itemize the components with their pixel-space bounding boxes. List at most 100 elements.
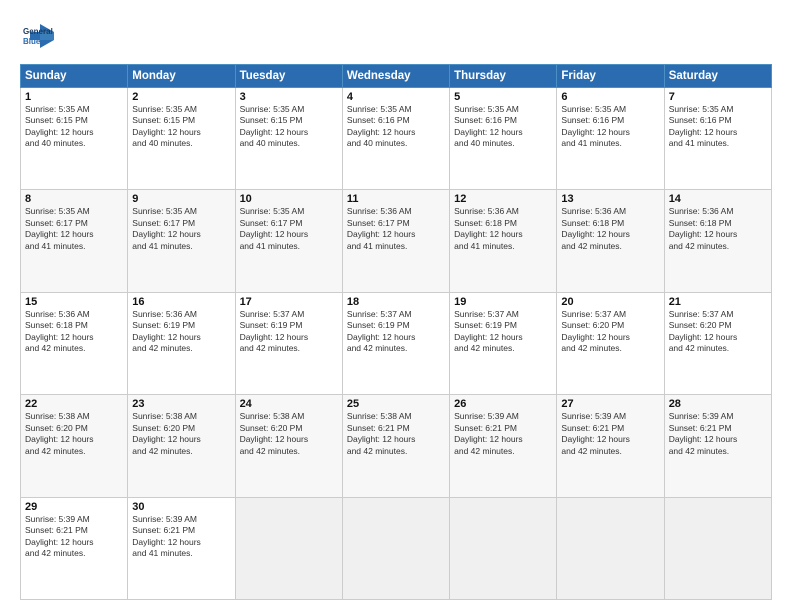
calendar-cell: 3Sunrise: 5:35 AM Sunset: 6:15 PM Daylig… <box>235 88 342 190</box>
day-number: 23 <box>132 398 230 410</box>
day-info: Sunrise: 5:36 AM Sunset: 6:18 PM Dayligh… <box>25 309 123 355</box>
day-info: Sunrise: 5:36 AM Sunset: 6:18 PM Dayligh… <box>561 206 659 252</box>
calendar-cell: 25Sunrise: 5:38 AM Sunset: 6:21 PM Dayli… <box>342 395 449 497</box>
weekday-header-tuesday: Tuesday <box>235 65 342 88</box>
calendar-cell: 23Sunrise: 5:38 AM Sunset: 6:20 PM Dayli… <box>128 395 235 497</box>
weekday-header-saturday: Saturday <box>664 65 771 88</box>
calendar-cell: 11Sunrise: 5:36 AM Sunset: 6:17 PM Dayli… <box>342 190 449 292</box>
calendar-cell: 29Sunrise: 5:39 AM Sunset: 6:21 PM Dayli… <box>21 497 128 599</box>
calendar-cell: 14Sunrise: 5:36 AM Sunset: 6:18 PM Dayli… <box>664 190 771 292</box>
logo-icon: General Blue <box>20 18 56 54</box>
day-info: Sunrise: 5:39 AM Sunset: 6:21 PM Dayligh… <box>132 514 230 560</box>
day-number: 10 <box>240 193 338 205</box>
calendar-row-0: 1Sunrise: 5:35 AM Sunset: 6:15 PM Daylig… <box>21 88 772 190</box>
day-info: Sunrise: 5:35 AM Sunset: 6:15 PM Dayligh… <box>132 104 230 150</box>
calendar-cell: 15Sunrise: 5:36 AM Sunset: 6:18 PM Dayli… <box>21 292 128 394</box>
weekday-header-wednesday: Wednesday <box>342 65 449 88</box>
day-info: Sunrise: 5:38 AM Sunset: 6:20 PM Dayligh… <box>25 411 123 457</box>
day-number: 9 <box>132 193 230 205</box>
day-number: 14 <box>669 193 767 205</box>
weekday-header-sunday: Sunday <box>21 65 128 88</box>
calendar-cell: 24Sunrise: 5:38 AM Sunset: 6:20 PM Dayli… <box>235 395 342 497</box>
calendar-table: SundayMondayTuesdayWednesdayThursdayFrid… <box>20 64 772 600</box>
calendar-cell <box>342 497 449 599</box>
calendar-row-2: 15Sunrise: 5:36 AM Sunset: 6:18 PM Dayli… <box>21 292 772 394</box>
day-info: Sunrise: 5:37 AM Sunset: 6:20 PM Dayligh… <box>561 309 659 355</box>
calendar-cell: 5Sunrise: 5:35 AM Sunset: 6:16 PM Daylig… <box>450 88 557 190</box>
day-number: 6 <box>561 91 659 103</box>
day-number: 17 <box>240 296 338 308</box>
day-number: 4 <box>347 91 445 103</box>
day-info: Sunrise: 5:39 AM Sunset: 6:21 PM Dayligh… <box>669 411 767 457</box>
day-number: 29 <box>25 501 123 513</box>
weekday-header-row: SundayMondayTuesdayWednesdayThursdayFrid… <box>21 65 772 88</box>
day-info: Sunrise: 5:35 AM Sunset: 6:16 PM Dayligh… <box>454 104 552 150</box>
calendar-cell: 4Sunrise: 5:35 AM Sunset: 6:16 PM Daylig… <box>342 88 449 190</box>
day-number: 12 <box>454 193 552 205</box>
day-number: 5 <box>454 91 552 103</box>
page: General Blue SundayMondayTuesdayWednesda… <box>0 0 792 612</box>
day-number: 18 <box>347 296 445 308</box>
day-info: Sunrise: 5:37 AM Sunset: 6:19 PM Dayligh… <box>347 309 445 355</box>
day-number: 26 <box>454 398 552 410</box>
calendar-cell: 19Sunrise: 5:37 AM Sunset: 6:19 PM Dayli… <box>450 292 557 394</box>
calendar-cell: 10Sunrise: 5:35 AM Sunset: 6:17 PM Dayli… <box>235 190 342 292</box>
day-number: 27 <box>561 398 659 410</box>
day-info: Sunrise: 5:35 AM Sunset: 6:15 PM Dayligh… <box>25 104 123 150</box>
calendar-row-4: 29Sunrise: 5:39 AM Sunset: 6:21 PM Dayli… <box>21 497 772 599</box>
day-info: Sunrise: 5:35 AM Sunset: 6:17 PM Dayligh… <box>132 206 230 252</box>
day-info: Sunrise: 5:35 AM Sunset: 6:15 PM Dayligh… <box>240 104 338 150</box>
day-number: 15 <box>25 296 123 308</box>
day-info: Sunrise: 5:39 AM Sunset: 6:21 PM Dayligh… <box>25 514 123 560</box>
calendar-cell: 16Sunrise: 5:36 AM Sunset: 6:19 PM Dayli… <box>128 292 235 394</box>
calendar-cell <box>235 497 342 599</box>
calendar-cell <box>557 497 664 599</box>
weekday-header-thursday: Thursday <box>450 65 557 88</box>
day-number: 30 <box>132 501 230 513</box>
day-number: 13 <box>561 193 659 205</box>
day-info: Sunrise: 5:35 AM Sunset: 6:17 PM Dayligh… <box>240 206 338 252</box>
day-number: 22 <box>25 398 123 410</box>
calendar-cell: 27Sunrise: 5:39 AM Sunset: 6:21 PM Dayli… <box>557 395 664 497</box>
day-number: 24 <box>240 398 338 410</box>
calendar-cell: 12Sunrise: 5:36 AM Sunset: 6:18 PM Dayli… <box>450 190 557 292</box>
calendar-cell: 17Sunrise: 5:37 AM Sunset: 6:19 PM Dayli… <box>235 292 342 394</box>
calendar-cell: 22Sunrise: 5:38 AM Sunset: 6:20 PM Dayli… <box>21 395 128 497</box>
day-info: Sunrise: 5:38 AM Sunset: 6:20 PM Dayligh… <box>132 411 230 457</box>
day-number: 3 <box>240 91 338 103</box>
weekday-header-friday: Friday <box>557 65 664 88</box>
calendar-cell: 26Sunrise: 5:39 AM Sunset: 6:21 PM Dayli… <box>450 395 557 497</box>
day-info: Sunrise: 5:38 AM Sunset: 6:21 PM Dayligh… <box>347 411 445 457</box>
day-number: 1 <box>25 91 123 103</box>
calendar-cell: 8Sunrise: 5:35 AM Sunset: 6:17 PM Daylig… <box>21 190 128 292</box>
day-info: Sunrise: 5:36 AM Sunset: 6:18 PM Dayligh… <box>454 206 552 252</box>
calendar-cell: 21Sunrise: 5:37 AM Sunset: 6:20 PM Dayli… <box>664 292 771 394</box>
day-number: 20 <box>561 296 659 308</box>
day-info: Sunrise: 5:35 AM Sunset: 6:17 PM Dayligh… <box>25 206 123 252</box>
day-number: 19 <box>454 296 552 308</box>
day-info: Sunrise: 5:35 AM Sunset: 6:16 PM Dayligh… <box>561 104 659 150</box>
day-number: 25 <box>347 398 445 410</box>
day-info: Sunrise: 5:36 AM Sunset: 6:18 PM Dayligh… <box>669 206 767 252</box>
day-info: Sunrise: 5:35 AM Sunset: 6:16 PM Dayligh… <box>669 104 767 150</box>
day-info: Sunrise: 5:37 AM Sunset: 6:19 PM Dayligh… <box>454 309 552 355</box>
day-info: Sunrise: 5:37 AM Sunset: 6:20 PM Dayligh… <box>669 309 767 355</box>
calendar-cell <box>664 497 771 599</box>
day-info: Sunrise: 5:37 AM Sunset: 6:19 PM Dayligh… <box>240 309 338 355</box>
svg-text:Blue: Blue <box>23 37 41 46</box>
calendar-cell: 28Sunrise: 5:39 AM Sunset: 6:21 PM Dayli… <box>664 395 771 497</box>
day-info: Sunrise: 5:36 AM Sunset: 6:17 PM Dayligh… <box>347 206 445 252</box>
calendar-cell: 1Sunrise: 5:35 AM Sunset: 6:15 PM Daylig… <box>21 88 128 190</box>
calendar-cell: 7Sunrise: 5:35 AM Sunset: 6:16 PM Daylig… <box>664 88 771 190</box>
day-number: 11 <box>347 193 445 205</box>
day-info: Sunrise: 5:35 AM Sunset: 6:16 PM Dayligh… <box>347 104 445 150</box>
day-info: Sunrise: 5:39 AM Sunset: 6:21 PM Dayligh… <box>561 411 659 457</box>
day-number: 28 <box>669 398 767 410</box>
calendar-cell: 2Sunrise: 5:35 AM Sunset: 6:15 PM Daylig… <box>128 88 235 190</box>
svg-text:General: General <box>23 27 53 36</box>
calendar-cell <box>450 497 557 599</box>
calendar-cell: 9Sunrise: 5:35 AM Sunset: 6:17 PM Daylig… <box>128 190 235 292</box>
calendar-cell: 30Sunrise: 5:39 AM Sunset: 6:21 PM Dayli… <box>128 497 235 599</box>
calendar-cell: 18Sunrise: 5:37 AM Sunset: 6:19 PM Dayli… <box>342 292 449 394</box>
day-number: 16 <box>132 296 230 308</box>
